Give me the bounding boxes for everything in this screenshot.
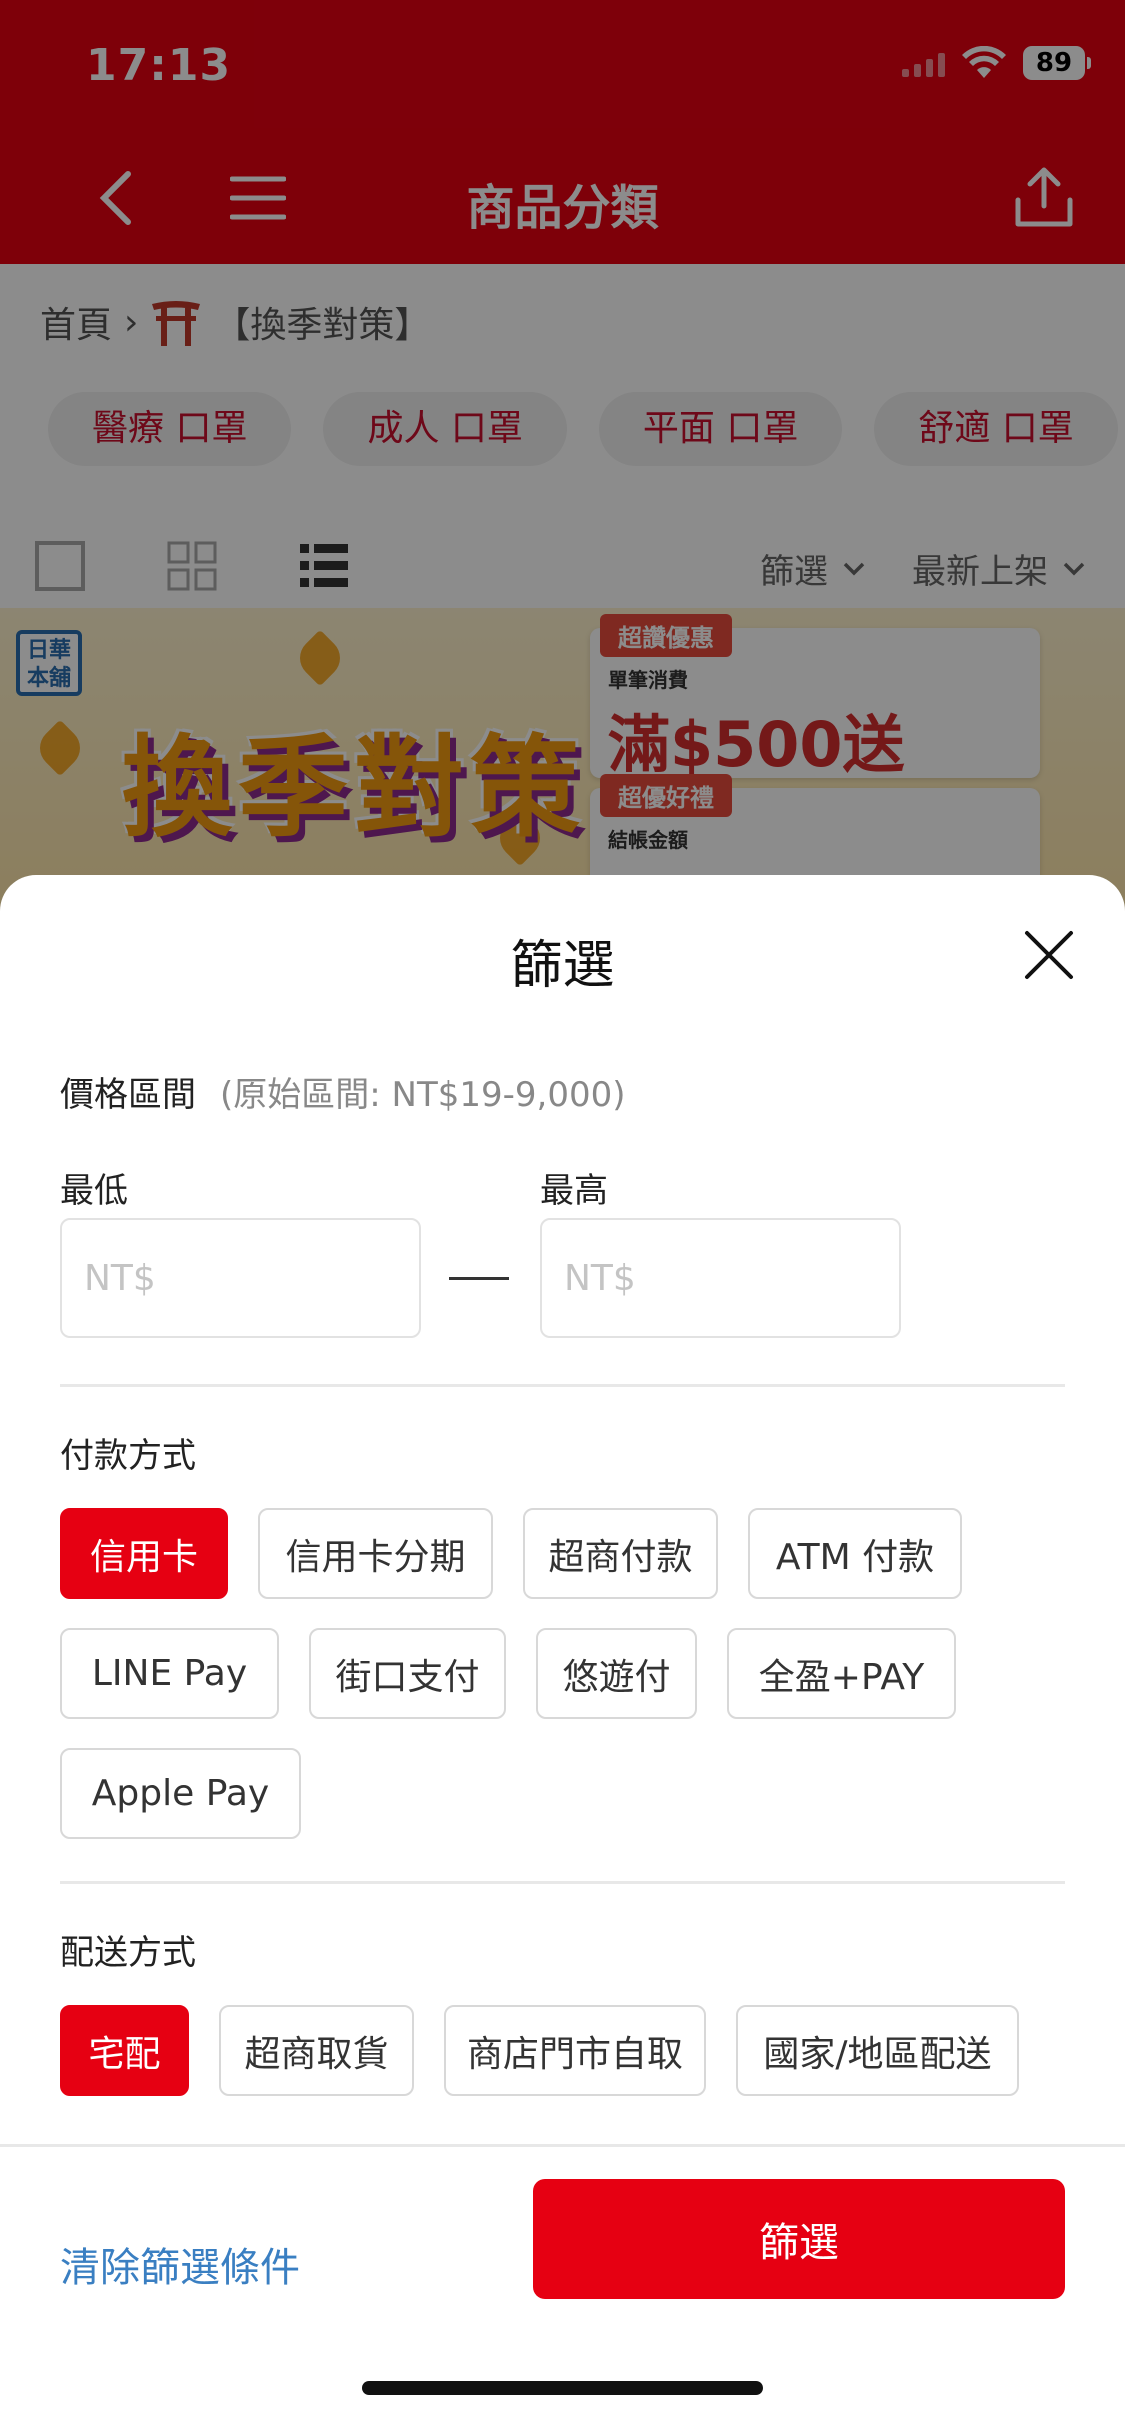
close-icon — [1025, 931, 1073, 979]
range-dash — [449, 1277, 509, 1280]
payment-option-installment[interactable]: 信用卡分期 — [258, 1508, 493, 1599]
delivery-option-shop-pickup[interactable]: 商店門市自取 — [444, 2005, 706, 2096]
delivery-option-international[interactable]: 國家/地區配送 — [736, 2005, 1019, 2096]
price-range-hint: (原始區間: NT$19-9,000) — [220, 1075, 626, 1115]
apply-filter-button[interactable]: 篩選 — [533, 2179, 1065, 2299]
max-price-input[interactable] — [540, 1218, 901, 1338]
close-button[interactable] — [1013, 919, 1085, 991]
payment-option-apple-pay[interactable]: Apple Pay — [60, 1748, 301, 1839]
clear-filters-link[interactable]: 清除篩選條件 — [60, 2235, 300, 2293]
delivery-option-store-pickup[interactable]: 超商取貨 — [219, 2005, 414, 2096]
payment-option-easy-wallet[interactable]: 悠遊付 — [536, 1628, 697, 1719]
max-price-label: 最高 — [540, 1171, 608, 1211]
payment-option-credit-card[interactable]: 信用卡 — [60, 1508, 228, 1599]
sheet-title: 篩選 — [510, 936, 615, 996]
price-section-title: 價格區間 (原始區間: NT$19-9,000) — [60, 1067, 626, 1116]
home-indicator — [362, 2381, 763, 2395]
section-divider — [60, 1881, 1065, 1884]
payment-option-icash-pay[interactable]: 全盈+PAY — [727, 1628, 956, 1719]
payment-section-title: 付款方式 — [60, 1436, 196, 1476]
filter-sheet: 篩選 價格區間 (原始區間: NT$19-9,000) 最低 最高 付款方式 信用… — [0, 875, 1125, 2436]
payment-option-atm[interactable]: ATM 付款 — [748, 1508, 962, 1599]
section-divider — [60, 1384, 1065, 1387]
min-price-input[interactable] — [60, 1218, 421, 1338]
payment-option-line-pay[interactable]: LINE Pay — [60, 1628, 279, 1719]
payment-option-jko-pay[interactable]: 街口支付 — [309, 1628, 506, 1719]
min-price-label: 最低 — [60, 1171, 128, 1211]
delivery-section-title: 配送方式 — [60, 1933, 196, 1973]
payment-option-convenience-store[interactable]: 超商付款 — [523, 1508, 718, 1599]
sheet-footer: 清除篩選條件 篩選 — [0, 2144, 1125, 2436]
delivery-option-home[interactable]: 宅配 — [60, 2005, 189, 2096]
price-title: 價格區間 — [60, 1075, 196, 1115]
